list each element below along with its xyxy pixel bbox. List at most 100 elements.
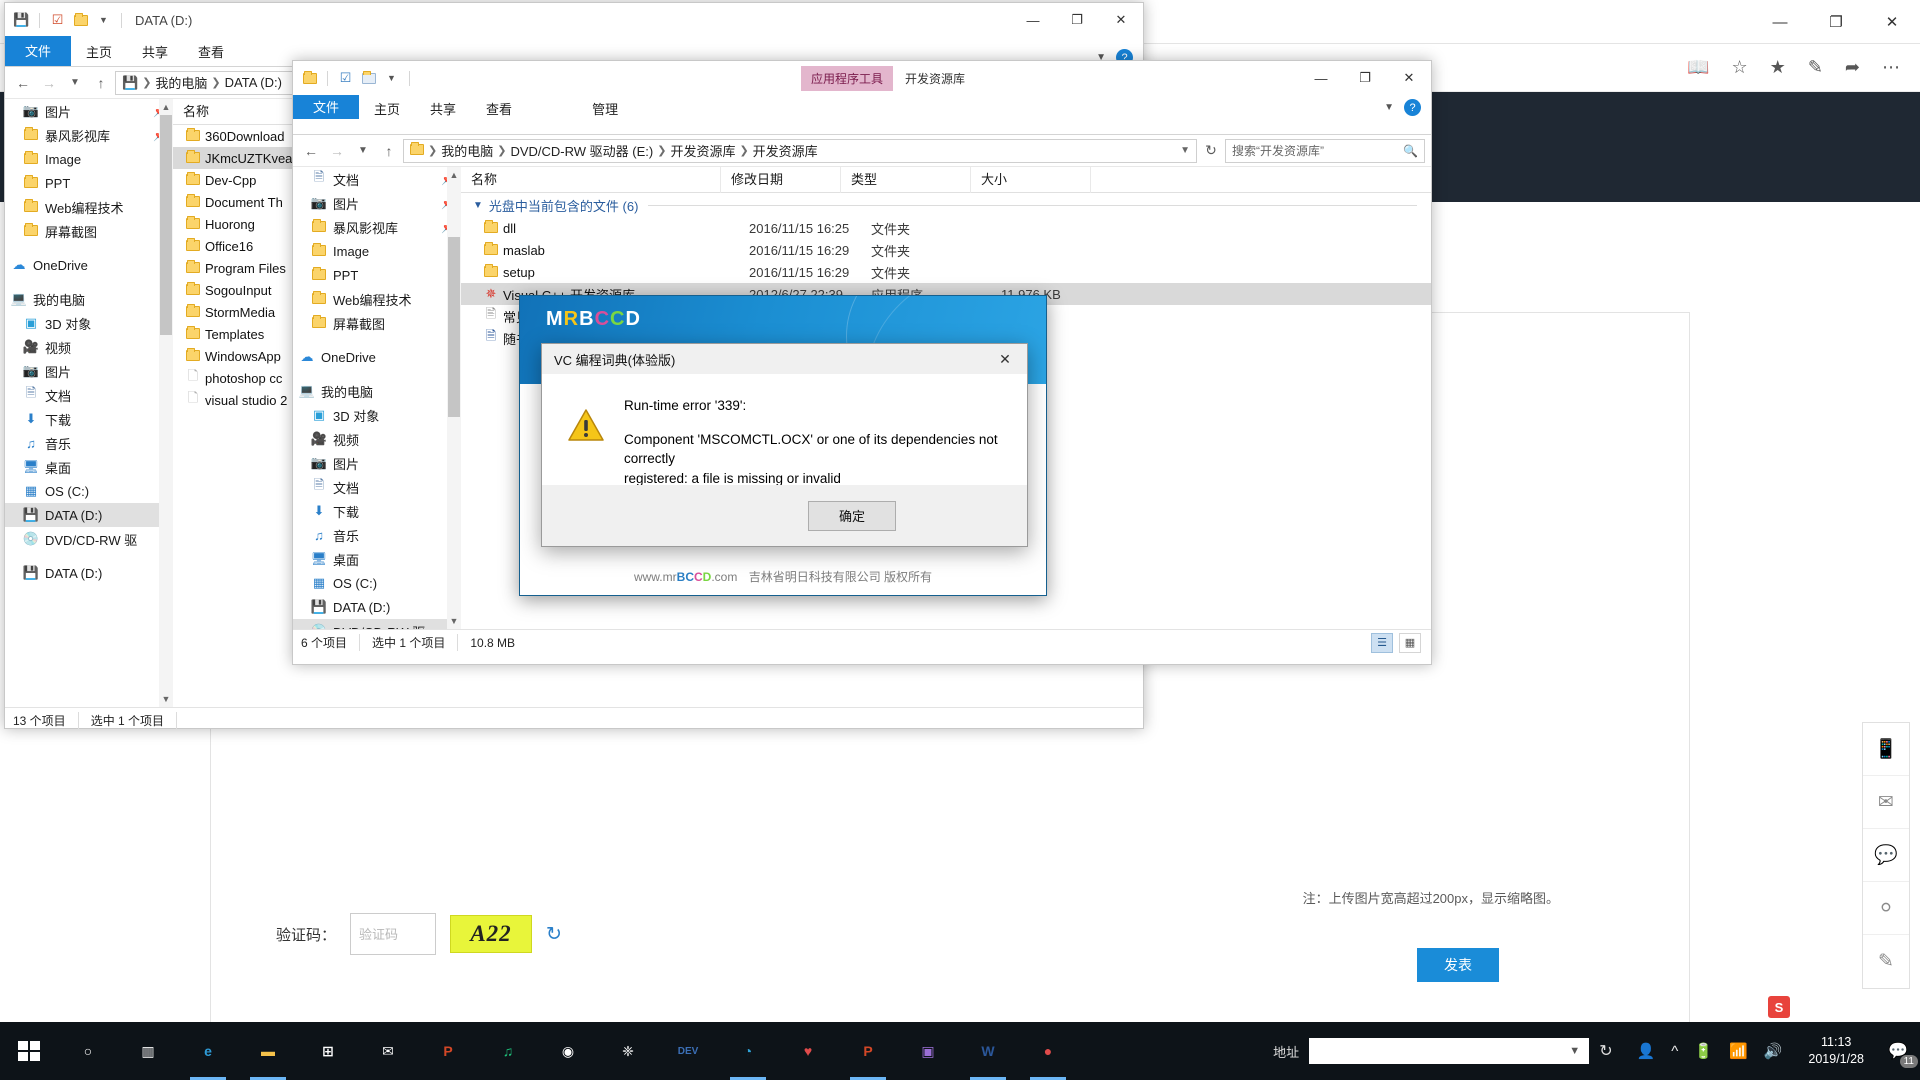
explorer2-maximize-button[interactable]: ❐	[1343, 61, 1387, 95]
forward-button-2[interactable]: →	[325, 139, 349, 163]
checkbox-icon[interactable]: ☑	[49, 12, 66, 29]
quick-access-toolbar-2[interactable]: ☑ ▼	[301, 70, 413, 87]
powerpoint-icon[interactable]: P	[838, 1022, 898, 1080]
column-name-2[interactable]: 名称	[461, 167, 721, 193]
folder-icon[interactable]	[72, 12, 89, 29]
explorer1-nav-item[interactable]: ♫ 音乐	[5, 431, 173, 455]
explorer2-nav-item[interactable]: 🖥 桌面	[293, 547, 461, 571]
chevron-down-icon[interactable]: ▼	[1569, 1045, 1589, 1057]
dev-cpp-icon[interactable]: DEV	[658, 1022, 718, 1080]
explorer2-nav-pane[interactable]: 🗎文档📌📷图片📌暴风影视库📌ImagePPTWeb编程技术屏幕截图☁OneDri…	[293, 167, 461, 629]
task-view-icon[interactable]: ▥	[118, 1022, 178, 1080]
chevron-up-icon[interactable]: ^	[1671, 1043, 1678, 1060]
explorer2-address-bar[interactable]: ← → ▼ ↑ ❯ 我的电脑 ❯ DVD/CD-RW 驱动器 (E:) ❯ 开发…	[293, 135, 1431, 167]
explorer2-nav-item[interactable]: 🗎 文档	[293, 475, 461, 499]
details-view-icon[interactable]: ☰	[1371, 632, 1393, 653]
explorer1-nav-item[interactable]: ☁ OneDrive	[5, 253, 173, 277]
ime-badge[interactable]: S	[1768, 996, 1790, 1018]
book-icon[interactable]: 📖	[1687, 57, 1709, 78]
explorer2-nav-scrollbar[interactable]: ▲ ▼	[447, 167, 461, 629]
explorer2-window-buttons[interactable]: — ❐ ✕	[1299, 61, 1431, 95]
explorer1-maximize-button[interactable]: ❐	[1055, 3, 1099, 37]
star-outline-icon[interactable]: ☆	[1732, 57, 1748, 78]
vm-icon[interactable]: ▣	[898, 1022, 958, 1080]
column-type[interactable]: 类型	[841, 167, 971, 193]
search-box-2[interactable]: 搜索“开发资源库” 🔍	[1225, 138, 1425, 163]
explorer2-minimize-button[interactable]: —	[1299, 61, 1343, 95]
explorer2-nav-item[interactable]: ⬇ 下载	[293, 499, 461, 523]
tab-home[interactable]: 主页	[71, 38, 127, 66]
scroll-up-arrow[interactable]: ▲	[159, 99, 173, 115]
checkbox-icon[interactable]: ☑	[337, 70, 354, 87]
explorer2-nav-item[interactable]: 🎥 视频	[293, 427, 461, 451]
column-date[interactable]: 修改日期	[721, 167, 841, 193]
browser-maximize-button[interactable]: ❐	[1808, 0, 1864, 44]
runtime-error-dialog[interactable]: VC 编程词典(体验版) ✕ Run-time error '339': Com…	[541, 343, 1028, 547]
recent-locations-icon-2[interactable]: ▼	[351, 139, 375, 163]
up-button[interactable]: ↑	[89, 71, 113, 95]
wifi-icon[interactable]: 📶	[1729, 1042, 1748, 1060]
scroll-down-arrow[interactable]: ▼	[159, 691, 173, 707]
breadcrumb2-item-dvd[interactable]: DVD/CD-RW 驱动器 (E:)	[510, 141, 653, 160]
volume-icon[interactable]: 🔊	[1764, 1042, 1783, 1060]
forward-button[interactable]: →	[37, 71, 61, 95]
word-icon[interactable]: W	[958, 1022, 1018, 1080]
tab-home-2[interactable]: 主页	[359, 95, 415, 123]
explorer2-nav-item[interactable]: ▦ OS (C:)	[293, 571, 461, 595]
explorer1-nav-item[interactable]: 📷图片📌	[5, 99, 173, 123]
breadcrumb-dropdown-icon[interactable]: ▼	[1180, 145, 1190, 156]
people-icon[interactable]: 👤	[1637, 1042, 1656, 1060]
captcha-input[interactable]: 验证码	[350, 913, 437, 955]
scroll-thumb-2[interactable]	[448, 237, 460, 417]
explorer2-nav-item[interactable]: PPT	[293, 263, 461, 287]
quick-access-toolbar[interactable]: 💾 ☑ ▼	[13, 12, 125, 29]
explorer1-nav-item[interactable]: 🖥 桌面	[5, 455, 173, 479]
360-icon[interactable]: ◔	[718, 1022, 778, 1080]
explorer2-ribbon-tabs[interactable]: 文件 主页 共享 查看 管理 ▼ ?	[293, 95, 1431, 135]
explorer1-titlebar[interactable]: 💾 ☑ ▼ DATA (D:) — ❐ ✕	[5, 3, 1143, 37]
explorer2-nav-item[interactable]: Image	[293, 239, 461, 263]
explorer2-column-header[interactable]: 名称 修改日期 类型 大小	[461, 167, 1431, 193]
up-button-2[interactable]: ↑	[377, 139, 401, 163]
explorer1-nav-item[interactable]: 🎥 视频	[5, 335, 173, 359]
submit-button[interactable]: 发表	[1417, 948, 1499, 982]
table-row[interactable]: maslab 2016/11/15 16:29 文件夹	[461, 239, 1431, 261]
explorer1-nav-item[interactable]: 💾 DATA (D:)	[5, 503, 173, 527]
explorer1-nav-item[interactable]: 💻 我的电脑	[5, 287, 173, 311]
explorer1-nav-pane[interactable]: 📷图片📌暴风影视库📌ImagePPTWeb编程技术屏幕截图☁OneDrive💻我…	[5, 99, 173, 707]
explorer2-nav-item[interactable]: 📷 图片	[293, 451, 461, 475]
explorer1-nav-item[interactable]: 💾 DATA (D:)	[5, 561, 173, 585]
explorer1-close-button[interactable]: ✕	[1099, 3, 1143, 37]
mail-icon[interactable]: ✉	[1863, 776, 1909, 829]
recording-icon[interactable]: ●	[1018, 1022, 1078, 1080]
ribbon-collapse-icon-2[interactable]: ▼	[1384, 102, 1394, 113]
help-icon-2[interactable]: ?	[1404, 99, 1421, 116]
explorer1-nav-item[interactable]: Web编程技术	[5, 195, 173, 219]
breadcrumb-2[interactable]: ❯ 我的电脑 ❯ DVD/CD-RW 驱动器 (E:) ❯ 开发资源库 ❯ 开发…	[403, 138, 1197, 163]
phone-icon[interactable]: 📱	[1863, 723, 1909, 776]
explorer1-nav-scrollbar[interactable]: ▲ ▼	[159, 99, 173, 707]
large-icons-view-icon[interactable]: ▦	[1399, 632, 1421, 653]
explorer1-minimize-button[interactable]: —	[1011, 3, 1055, 37]
explorer2-nav-item[interactable]: Web编程技术	[293, 287, 461, 311]
explorer1-nav-item[interactable]: ▣ 3D 对象	[5, 311, 173, 335]
explorer1-nav-item[interactable]: Image	[5, 147, 173, 171]
user-icon[interactable]: ⚪	[1863, 882, 1909, 935]
scroll-down-arrow-2[interactable]: ▼	[447, 613, 461, 629]
camera-icon[interactable]: ◉	[538, 1022, 598, 1080]
chevron-down-icon[interactable]: ▼	[473, 200, 483, 211]
tab-view-2[interactable]: 查看	[471, 95, 527, 123]
refresh-icon[interactable]: ↻	[546, 923, 562, 946]
refresh-icon-2[interactable]: ↻	[1199, 139, 1223, 163]
explorer1-nav-item[interactable]: ▦ OS (C:)	[5, 479, 173, 503]
breadcrumb-item-computer[interactable]: 我的电脑	[155, 73, 207, 92]
explorer2-nav-item[interactable]: 暴风影视库📌	[293, 215, 461, 239]
mail-icon[interactable]: ✉	[358, 1022, 418, 1080]
search-icon[interactable]: 🔍	[1403, 144, 1418, 158]
huorong-icon[interactable]: ♥	[778, 1022, 838, 1080]
music-player-icon[interactable]: ♫	[478, 1022, 538, 1080]
share-icon[interactable]: ➦	[1845, 57, 1860, 78]
browser-icon[interactable]: ❈	[598, 1022, 658, 1080]
file-explorer-icon[interactable]: ▬	[238, 1022, 298, 1080]
explorer1-nav-item[interactable]: 📷 图片	[5, 359, 173, 383]
